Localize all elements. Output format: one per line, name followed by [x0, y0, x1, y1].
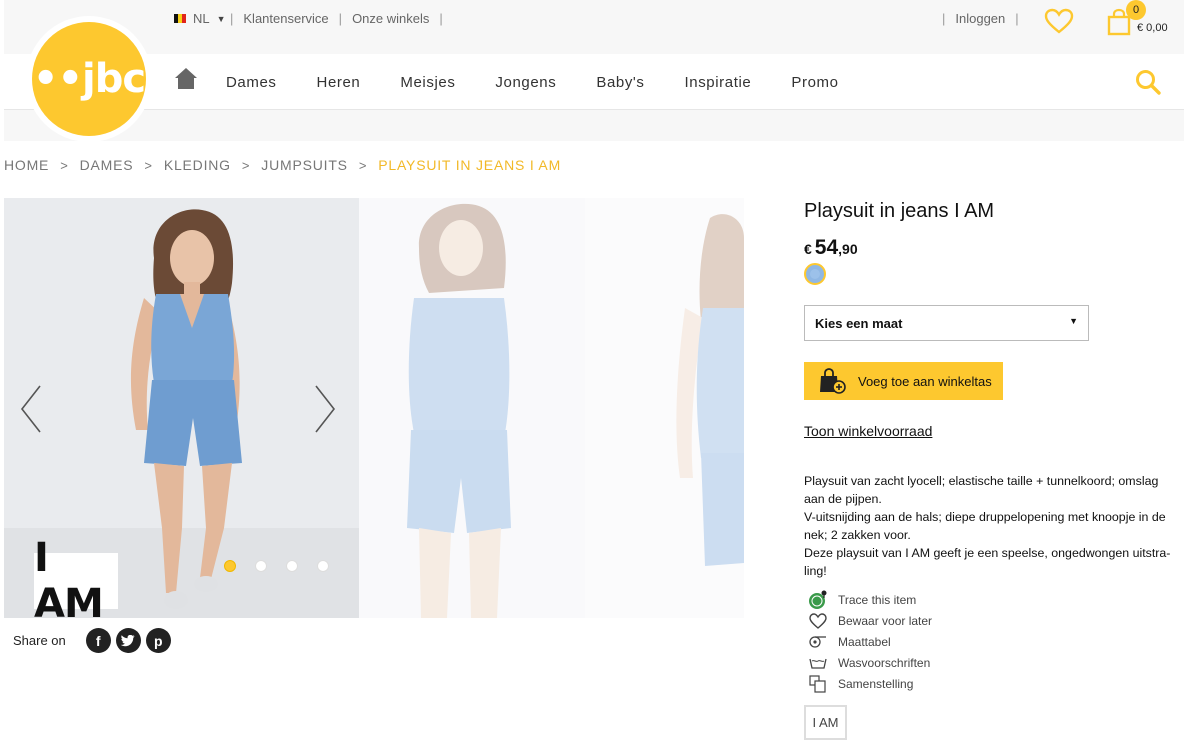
product-image-2[interactable]: [359, 198, 585, 618]
feature-label: Bewaar voor later: [838, 613, 933, 628]
price-cents: ,90: [838, 241, 858, 257]
nav-item-inspiratie[interactable]: Inspiratie: [685, 74, 752, 91]
add-to-bag-icon: [820, 368, 846, 394]
language-label: NL: [193, 11, 210, 26]
home-icon[interactable]: [174, 66, 198, 90]
size-select[interactable]: Kies een maat ▼: [804, 305, 1089, 341]
gallery-dot-3[interactable]: [286, 560, 298, 572]
nav-item-jongens[interactable]: Jongens: [495, 74, 556, 91]
next-image-arrow-icon[interactable]: [312, 384, 338, 434]
jbc-logo[interactable]: ••jbc: [26, 16, 152, 142]
composition-icon: [808, 674, 828, 693]
price-currency: €: [804, 241, 812, 257]
nav-item-heren[interactable]: Heren: [317, 74, 361, 91]
gallery-dot-2[interactable]: [255, 560, 267, 572]
chevron-down-icon: ▼: [1069, 316, 1078, 326]
customer-service-link[interactable]: Klantenservice: [243, 11, 328, 26]
description-line-3: Deze playsuit van I AM geeft je een spee…: [804, 546, 1171, 578]
description-line-2: V-uitsnijding aan de hals; diepe druppel…: [804, 510, 1166, 542]
measuring-tape-icon: [808, 633, 828, 651]
feature-wash-instructions[interactable]: Wasvoorschriften: [808, 652, 932, 673]
heart-icon: [808, 612, 828, 630]
share-label: Share on: [13, 633, 66, 648]
breadcrumb-dames[interactable]: DAMES: [80, 157, 134, 173]
gallery-dot-4[interactable]: [317, 560, 329, 572]
breadcrumb-jumpsuits[interactable]: JUMPSUITS: [261, 157, 348, 173]
top-bar: NL ▼ | Klantenservice | Onze winkels | |…: [4, 0, 1184, 54]
cart-count-badge: 0: [1126, 0, 1146, 20]
main-navigation: Dames Heren Meisjes Jongens Baby's Inspi…: [4, 54, 1184, 110]
login-link[interactable]: Inloggen: [955, 11, 1005, 26]
feature-composition[interactable]: Samenstelling: [808, 673, 932, 694]
twitter-icon[interactable]: [115, 628, 141, 653]
pinterest-icon[interactable]: p: [145, 628, 171, 653]
product-features: Trace this item Bewaar voor later Maatta…: [808, 589, 932, 694]
size-select-value: Kies een maat: [815, 316, 903, 331]
trace-icon: [808, 590, 828, 609]
feature-label: Wasvoorschriften: [838, 655, 931, 670]
previous-image-arrow-icon[interactable]: [18, 384, 44, 434]
feature-trace[interactable]: Trace this item: [808, 589, 932, 610]
share-bar: Share on f p: [13, 628, 176, 653]
nav-item-promo[interactable]: Promo: [791, 74, 838, 91]
wishlist-heart-icon[interactable]: [1044, 8, 1074, 34]
wash-icon: [808, 654, 828, 672]
gallery-dot-1[interactable]: [224, 560, 236, 572]
nav-item-meisjes[interactable]: Meisjes: [400, 74, 455, 91]
feature-label: Maattabel: [838, 634, 891, 649]
store-stock-link[interactable]: Toon winkelvoorraad: [804, 423, 932, 439]
product-gallery[interactable]: I AM: [4, 198, 744, 618]
color-swatch-denim[interactable]: [804, 263, 826, 285]
breadcrumb-kleding[interactable]: KLEDING: [164, 157, 231, 173]
gallery-dots: [224, 560, 348, 572]
description-line-1: Playsuit van zacht lyocell; elastische t…: [804, 474, 1159, 506]
feature-label: Samenstelling: [838, 676, 914, 691]
nav-item-babys[interactable]: Baby's: [596, 74, 644, 91]
product-price: € 54 ,90: [804, 236, 858, 260]
feature-size-chart[interactable]: Maattabel: [808, 631, 932, 652]
feature-label: Trace this item: [838, 592, 917, 607]
account-links: | Inloggen |: [942, 11, 1019, 26]
i-am-brand-logo: I AM: [34, 535, 118, 618]
breadcrumb-current: PLAYSUIT IN JEANS I AM: [378, 157, 562, 173]
nav-item-dames[interactable]: Dames: [226, 74, 277, 91]
product-title: Playsuit in jeans I AM: [804, 200, 995, 222]
language-selector[interactable]: NL ▼: [174, 11, 226, 26]
add-to-cart-button[interactable]: Voeg toe aan winkeltas: [804, 362, 1003, 400]
logo-text: ••jbc: [32, 22, 146, 136]
belgium-flag-icon: [174, 14, 186, 23]
stores-link[interactable]: Onze winkels: [352, 11, 429, 26]
breadcrumb-home[interactable]: HOME: [4, 157, 49, 173]
cart-total: € 0,00: [1137, 22, 1168, 34]
price-main: 54: [814, 236, 839, 259]
breadcrumb: HOME > DAMES > KLEDING > JUMPSUITS > PLA…: [4, 157, 562, 173]
facebook-icon[interactable]: f: [85, 628, 111, 653]
search-icon[interactable]: [1134, 68, 1162, 96]
add-to-cart-label: Voeg toe aan winkeltas: [858, 373, 992, 389]
brand-tag-button[interactable]: I AM: [804, 705, 847, 740]
top-links: | Klantenservice | Onze winkels |: [230, 11, 443, 26]
feature-save-later[interactable]: Bewaar voor later: [808, 610, 932, 631]
product-image-3[interactable]: [585, 198, 744, 618]
header-strip: [4, 110, 1184, 141]
product-description: Playsuit van zacht lyocell; elastische t…: [804, 472, 1182, 580]
